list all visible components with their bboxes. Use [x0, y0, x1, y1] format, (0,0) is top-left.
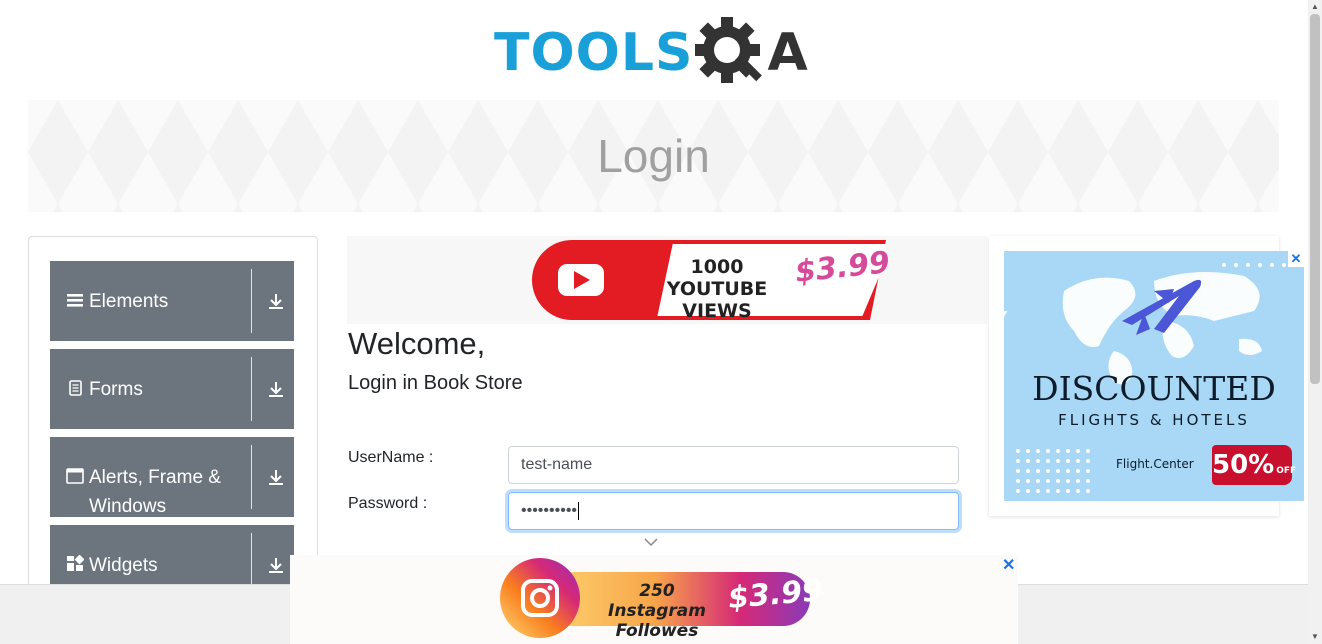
ad-subtitle: FLIGHTS & HOTELS	[1058, 411, 1250, 429]
sidebar-group-label: Elements	[89, 291, 169, 312]
vertical-scrollbar[interactable]: ▲ ▼	[1308, 0, 1322, 644]
password-value: ••••••••••	[521, 502, 578, 519]
divider	[251, 357, 252, 421]
divider	[251, 269, 252, 333]
page: TOOLS A Login Elements Forms Alerts, Fra…	[0, 0, 1322, 644]
hamburger-icon	[67, 294, 83, 307]
password-label: Password :	[348, 495, 428, 512]
left-sidebar: Elements Forms Alerts, Frame & Windows W…	[28, 236, 318, 605]
document-icon	[69, 380, 82, 396]
scroll-up-arrow-icon[interactable]: ▲	[1311, 2, 1319, 11]
sidebar-group-elements[interactable]: Elements	[50, 261, 294, 341]
page-header-banner: Login	[28, 100, 1279, 212]
username-input[interactable]: test-name	[508, 446, 959, 484]
username-label: UserName :	[348, 449, 434, 466]
divider	[251, 445, 252, 509]
ad-title: DISCOUNTED	[1032, 369, 1276, 408]
sidebar-group-label: Forms	[89, 379, 143, 400]
logo-text-a: A	[767, 23, 808, 83]
login-subtitle: Login in Book Store	[348, 372, 523, 394]
download-arrow-icon[interactable]	[266, 379, 286, 399]
sidebar-group-forms[interactable]: Forms	[50, 349, 294, 429]
logo-text-tools: TOOLS	[494, 23, 694, 83]
password-input[interactable]: ••••••••••	[508, 492, 959, 530]
sidebar-group-alerts-frame-windows[interactable]: Alerts, Frame & Windows	[50, 437, 294, 517]
download-arrow-icon[interactable]	[266, 291, 286, 311]
sidebar-group-label: Widgets	[89, 555, 158, 576]
chevron-down-icon[interactable]	[643, 536, 659, 548]
ad-close-icon[interactable]: ✕	[1002, 555, 1015, 575]
username-value: test-name	[521, 456, 593, 473]
download-arrow-icon[interactable]	[266, 555, 286, 575]
welcome-heading: Welcome,	[348, 326, 486, 361]
ad-brand: Flight.Center	[1116, 457, 1194, 471]
scroll-down-arrow-icon[interactable]: ▼	[1311, 632, 1319, 641]
discount-tag: 50% OFF	[1212, 445, 1296, 485]
youtube-views-ad[interactable]: 1000 YOUTUBE VIEWS $3.99	[347, 236, 987, 324]
ad-text: 1000 YOUTUBE VIEWS	[666, 256, 768, 322]
ad-close-icon[interactable]: ✕	[1288, 251, 1304, 267]
flight-ad[interactable]: ✕ DISCOUNTED FLIGHTS & HOTELS Flight.Cen…	[1004, 251, 1304, 501]
window-icon	[66, 468, 84, 484]
instagram-followers-ad[interactable]: ✕ 250 Instagram Followes $3.99	[290, 555, 1018, 644]
download-arrow-icon[interactable]	[266, 467, 286, 487]
ad-text: 250 Instagram Followes	[608, 581, 706, 641]
sidebar-group-label: Alerts, Frame & Windows	[89, 467, 221, 517]
page-title: Login	[597, 130, 710, 182]
gear-magnifier-icon	[695, 17, 763, 83]
flight-ad-container: ✕ DISCOUNTED FLIGHTS & HOTELS Flight.Cen…	[989, 236, 1304, 516]
toolsqa-logo[interactable]: TOOLS A	[494, 16, 818, 90]
scrollbar-thumb[interactable]	[1310, 14, 1320, 384]
widgets-icon	[67, 555, 84, 571]
text-caret	[578, 502, 580, 520]
